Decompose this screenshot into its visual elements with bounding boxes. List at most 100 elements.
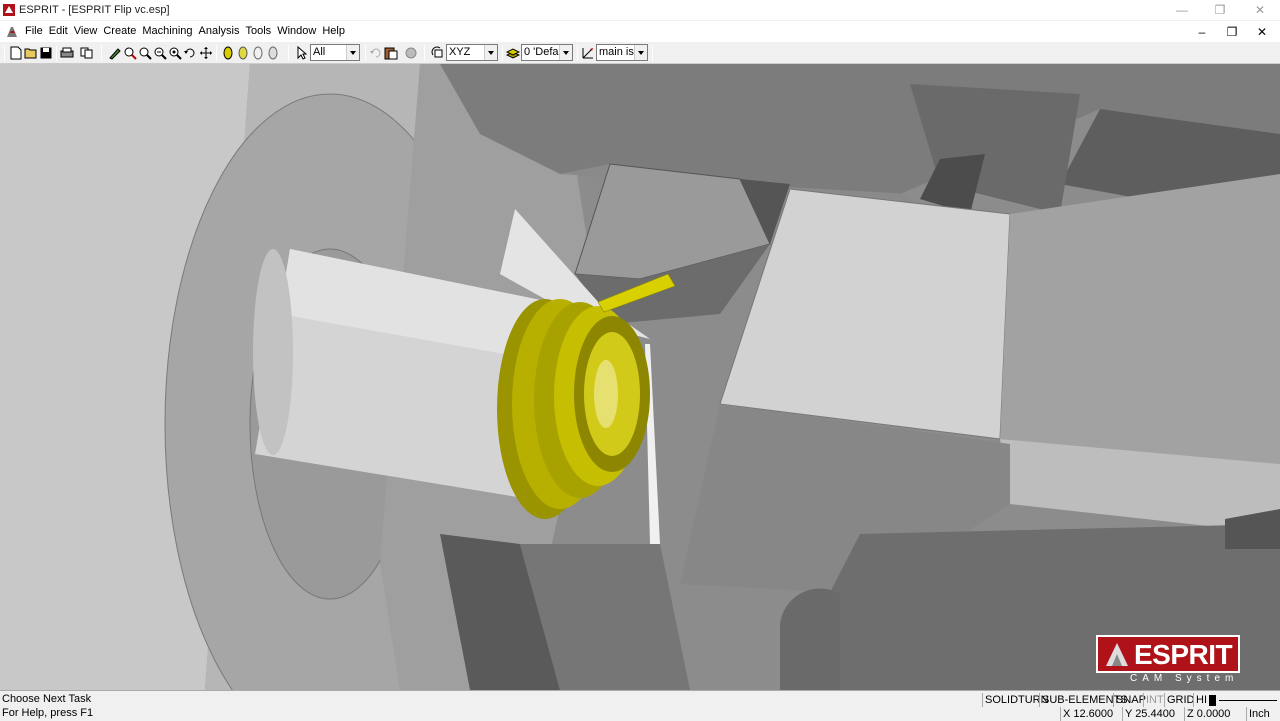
select-button[interactable]	[294, 45, 310, 61]
pencil-icon	[109, 48, 121, 60]
selection-filter-dropdown[interactable]: All	[310, 44, 360, 61]
toolbar-separator	[577, 45, 578, 61]
select-arrow-icon	[297, 46, 307, 60]
save-button[interactable]	[38, 45, 54, 61]
minimize-icon: –	[1198, 24, 1206, 39]
toolbar-separator	[424, 45, 425, 61]
menu-analysis[interactable]: Analysis	[196, 21, 243, 42]
pan-icon	[200, 47, 212, 59]
view-plane-value: XYZ	[449, 46, 471, 58]
toolbar-separator	[216, 45, 217, 61]
open-folder-icon	[24, 48, 37, 59]
close-icon: ✕	[1256, 24, 1268, 39]
undo-icon	[370, 48, 381, 58]
view-plane-dropdown[interactable]: XYZ	[446, 44, 498, 61]
close-button[interactable]: ✕	[1240, 0, 1280, 20]
restore-icon: ❐	[1214, 3, 1226, 17]
doc-restore-button[interactable]: ❐	[1218, 21, 1246, 42]
view-rotate-icon	[431, 46, 443, 58]
hidden-line-button[interactable]	[265, 45, 281, 61]
menu-edit[interactable]: Edit	[46, 21, 71, 42]
zoom-in-button[interactable]	[122, 45, 138, 61]
zoom-icon	[139, 47, 152, 60]
copy-icon	[80, 47, 93, 59]
title-bar: ESPRIT - [ESPRIT Flip vc.esp]	[0, 0, 1280, 20]
esprit-app-icon	[3, 4, 15, 16]
doc-minimize-button[interactable]: –	[1188, 21, 1216, 42]
progress-line	[1219, 700, 1277, 701]
paste-button[interactable]	[383, 45, 399, 61]
redraw-button[interactable]	[107, 45, 123, 61]
stop-button[interactable]	[403, 45, 419, 61]
logo-tagline: CAM System	[1130, 673, 1239, 684]
minimize-icon: —	[1176, 3, 1188, 17]
new-file-button[interactable]	[8, 45, 24, 61]
document-icon[interactable]	[5, 25, 19, 39]
copy-button[interactable]	[79, 45, 95, 61]
workplane-dropdown[interactable]: main isc	[596, 44, 648, 61]
task-prompt: Choose Next Task	[2, 693, 92, 705]
pan-button[interactable]	[198, 45, 214, 61]
yellow-solid-icon	[223, 46, 233, 60]
main-toolbar: All XYZ 0 'Defau main isc	[0, 42, 1280, 64]
toolbar-separator	[365, 45, 366, 61]
zoom-out-icon	[154, 47, 167, 60]
layer-dropdown[interactable]: 0 'Defau	[521, 44, 573, 61]
help-hint: For Help, press F1	[2, 707, 94, 719]
toolbar-separator	[652, 45, 653, 61]
menu-view[interactable]: View	[71, 21, 101, 42]
menu-help[interactable]: Help	[319, 21, 348, 42]
minimize-button[interactable]: —	[1162, 0, 1202, 20]
layers-icon	[506, 48, 520, 59]
logo-name: ESPRIT	[1134, 639, 1233, 670]
toolbar-separator	[101, 45, 102, 61]
toolbar-separator	[4, 45, 5, 61]
print-button[interactable]	[59, 45, 75, 61]
view-orient-button[interactable]	[430, 45, 446, 61]
chevron-down-icon	[484, 45, 497, 60]
save-icon	[40, 47, 52, 59]
layer-button[interactable]	[505, 45, 521, 61]
zoom-out-button[interactable]	[152, 45, 168, 61]
graphics-viewport[interactable]: ESPRIT CAM System	[0, 64, 1280, 690]
zoom-in-icon	[124, 47, 137, 60]
undo-button[interactable]	[368, 45, 384, 61]
mode-int[interactable]: INT	[1143, 693, 1166, 707]
close-icon: ✕	[1254, 3, 1266, 17]
menu-machining[interactable]: Machining	[139, 21, 195, 42]
shade-edges-button[interactable]	[235, 45, 251, 61]
menu-file[interactable]: File	[22, 21, 46, 42]
wireframe-button[interactable]	[250, 45, 266, 61]
clipboard-icon	[384, 47, 398, 60]
x-coordinate: X 12.6000	[1060, 707, 1118, 721]
rotate-button[interactable]	[182, 45, 198, 61]
doc-close-button[interactable]: ✕	[1248, 21, 1276, 42]
menu-tools[interactable]: Tools	[243, 21, 275, 42]
toolbar-separator	[288, 45, 289, 61]
mode-hi[interactable]: HI	[1193, 693, 1209, 707]
esprit-mark-icon	[1106, 643, 1128, 666]
chevron-down-icon	[634, 45, 647, 60]
status-bar: Choose Next Task For Help, press F1 SOLI…	[0, 690, 1280, 721]
shade-button[interactable]	[220, 45, 236, 61]
chevron-down-icon	[346, 45, 359, 60]
units-indicator: Inch	[1246, 707, 1278, 721]
zoom-fit-button[interactable]	[167, 45, 183, 61]
menu-window[interactable]: Window	[274, 21, 319, 42]
menu-create[interactable]: Create	[100, 21, 139, 42]
chevron-down-icon	[559, 45, 572, 60]
workplane-icon	[582, 48, 593, 59]
progress-block	[1209, 695, 1216, 706]
restore-button[interactable]: ❐	[1200, 0, 1240, 20]
y-coordinate: Y 25.4400	[1122, 707, 1180, 721]
open-file-button[interactable]	[23, 45, 39, 61]
solid-model-scene	[0, 64, 1280, 690]
wireframe-icon	[253, 46, 263, 60]
zoom-button[interactable]	[137, 45, 153, 61]
restore-icon: ❐	[1226, 24, 1238, 39]
mode-grid[interactable]: GRID	[1164, 693, 1197, 707]
toolbar-separator	[502, 45, 503, 61]
zoom-fit-icon	[169, 47, 182, 60]
toolbar-separator	[56, 45, 57, 61]
workplane-button[interactable]	[580, 45, 596, 61]
